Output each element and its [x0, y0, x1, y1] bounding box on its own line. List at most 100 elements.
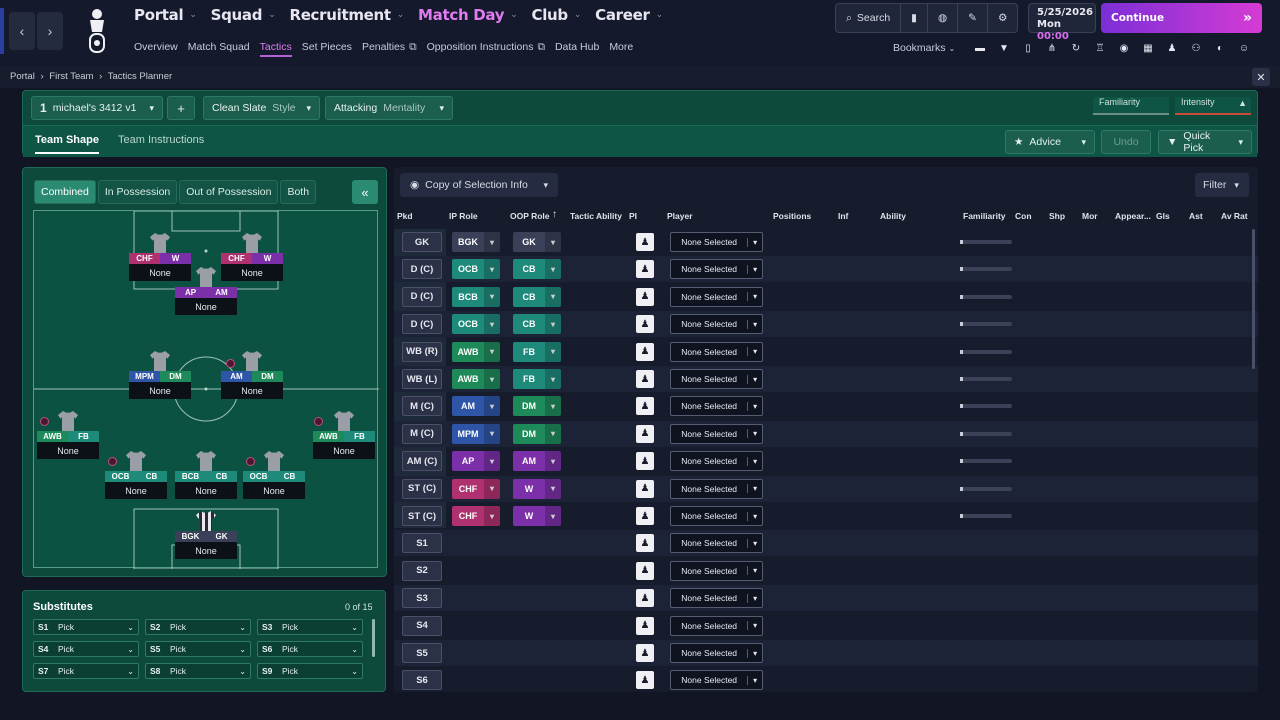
oop-role-select[interactable]: DM ▾ — [513, 396, 561, 417]
table-scrollbar[interactable] — [1252, 229, 1255, 369]
player-select[interactable]: None Selected ▾ — [670, 341, 763, 362]
oop-role-select[interactable]: DM ▾ — [513, 423, 561, 444]
nav-portal[interactable]: Portal ⌄ — [134, 6, 197, 24]
mentality-select[interactable]: Attacking Mentality ▾ — [325, 96, 453, 120]
oop-role-select[interactable]: CB ▾ — [513, 314, 561, 335]
column-header[interactable]: OOP Role — [510, 211, 550, 221]
club-crest-icon[interactable] — [84, 6, 110, 56]
player-instructions-icon[interactable]: ♟ — [636, 287, 654, 306]
table-row[interactable]: S4 ♟ None Selected ▾ — [394, 613, 1258, 639]
subnav-data-hub[interactable]: Data Hub — [555, 41, 599, 57]
player-instructions-icon[interactable]: ♟ — [636, 370, 654, 388]
nav-recruitment[interactable]: Recruitment ⌄ — [289, 6, 404, 24]
add-tactic-button[interactable]: + — [167, 96, 195, 120]
player-instructions-icon[interactable]: ♟ — [636, 479, 654, 498]
date-display[interactable]: 5/25/2026 Mon 00:00 — [1028, 3, 1096, 42]
player-select[interactable]: None Selected ▾ — [670, 396, 763, 417]
player-select[interactable]: None Selected ▾ — [670, 643, 763, 663]
search-button[interactable]: ⌕ Search — [836, 4, 900, 32]
filter-button[interactable]: Filter ▾ — [1195, 173, 1249, 197]
column-header[interactable]: Tactic Ability — [570, 211, 622, 221]
ip-role-select[interactable]: OCB ▾ — [452, 314, 500, 335]
squad-icon[interactable]: ⋔ — [1044, 41, 1060, 55]
table-row[interactable]: S5 ♟ None Selected ▾ — [394, 640, 1258, 666]
refresh-icon[interactable]: ↻ — [1068, 41, 1084, 55]
player-instructions-icon[interactable]: ♟ — [636, 397, 654, 416]
column-header[interactable]: Pkd — [397, 211, 413, 221]
settings-button[interactable]: ⚙ — [986, 4, 1017, 32]
ip-role-select[interactable]: CHF ▾ — [452, 478, 500, 499]
player-instructions-icon[interactable]: ♟ — [636, 507, 654, 525]
sub-slot-select[interactable]: S2 Pick ⌄ — [145, 619, 251, 635]
substitutes-scrollbar[interactable] — [372, 619, 375, 657]
table-row[interactable]: WB (L) AWB ▾ FB ▾ ♟ None Selected ▾ — [394, 366, 1258, 392]
pitch-player-slot[interactable]: BGK GK None — [175, 511, 237, 567]
player-select[interactable]: None Selected ▾ — [670, 314, 763, 335]
pitch-player-slot[interactable]: MPM DM None — [129, 351, 191, 407]
bookmarks-menu[interactable]: Bookmarks ⌄ — [893, 42, 955, 54]
table-row[interactable]: S2 ♟ None Selected ▾ — [394, 558, 1258, 584]
breadcrumb-portal[interactable]: Portal — [10, 71, 35, 82]
edit-button[interactable]: ✎ — [957, 4, 987, 32]
familiarity-indicator[interactable]: Familiarity — [1093, 97, 1169, 115]
player-select[interactable]: None Selected ▾ — [670, 670, 763, 691]
trophy-icon[interactable]: ♖ — [1092, 41, 1108, 55]
table-row[interactable]: S6 ♟ None Selected ▾ — [394, 667, 1258, 693]
back-button[interactable]: ‹ — [9, 12, 35, 50]
player-instructions-icon[interactable]: ♟ — [636, 589, 654, 608]
oop-role-select[interactable]: FB ▾ — [513, 369, 561, 389]
sub-slot-select[interactable]: S7 Pick ⌄ — [33, 663, 139, 679]
column-header[interactable]: Player — [667, 211, 693, 221]
player-instructions-icon[interactable]: ♟ — [636, 315, 654, 334]
player-instructions-icon[interactable]: ♟ — [636, 424, 654, 443]
nav-career[interactable]: Career ⌄ — [595, 6, 663, 24]
column-header[interactable]: Inf — [838, 211, 848, 221]
nav-match-day[interactable]: Match Day ⌄ — [418, 6, 518, 24]
segment-out-of-possession[interactable]: Out of Possession — [179, 180, 279, 204]
column-header[interactable]: Mor — [1082, 211, 1098, 221]
player-instructions-icon[interactable]: ♟ — [636, 233, 654, 251]
oop-role-select[interactable]: CB ▾ — [513, 259, 561, 280]
subnav-opposition-instructions[interactable]: Opposition Instructions — [427, 41, 534, 57]
sub-slot-select[interactable]: S6 Pick ⌄ — [257, 641, 363, 657]
ip-role-select[interactable]: AWB ▾ — [452, 341, 500, 362]
sub-slot-select[interactable]: S1 Pick ⌄ — [33, 619, 139, 635]
subnav-set-pieces[interactable]: Set Pieces — [302, 41, 352, 57]
table-row[interactable]: WB (R) AWB ▾ FB ▾ ♟ None Selected ▾ — [394, 339, 1258, 365]
ip-role-select[interactable]: MPM ▾ — [452, 423, 500, 444]
oop-role-select[interactable]: AM ▾ — [513, 451, 561, 472]
column-header[interactable]: Gls — [1156, 211, 1170, 221]
scout-icon[interactable]: ◉ — [1116, 41, 1132, 55]
oop-role-select[interactable]: W ▾ — [513, 478, 561, 499]
column-header[interactable]: Familiarity — [963, 211, 1006, 221]
table-row[interactable]: D (C) OCB ▾ CB ▾ ♟ None Selected ▾ — [394, 311, 1258, 338]
column-header[interactable]: Ast — [1189, 211, 1203, 221]
column-header[interactable]: Con — [1015, 211, 1032, 221]
player-instructions-icon[interactable]: ♟ — [636, 534, 654, 553]
person-icon[interactable]: ♟ — [1164, 41, 1180, 55]
oop-role-select[interactable]: W ▾ — [513, 506, 561, 526]
style-select[interactable]: Clean Slate Style ▾ — [203, 96, 320, 120]
calendar-icon[interactable]: ▦ — [1140, 41, 1156, 55]
undo-button[interactable]: Undo — [1101, 130, 1151, 154]
player-select[interactable]: None Selected ▾ — [670, 533, 763, 554]
player-select[interactable]: None Selected ▾ — [670, 369, 763, 389]
nav-club[interactable]: Club ⌄ — [532, 6, 582, 24]
player-select[interactable]: None Selected ▾ — [670, 478, 763, 499]
close-button[interactable]: ✕ — [1252, 68, 1270, 86]
table-row[interactable]: M (C) AM ▾ DM ▾ ♟ None Selected ▾ — [394, 393, 1258, 419]
sub-slot-select[interactable]: S3 Pick ⌄ — [257, 619, 363, 635]
ip-role-select[interactable]: CHF ▾ — [452, 506, 500, 526]
table-row[interactable]: D (C) BCB ▾ CB ▾ ♟ None Selected ▾ — [394, 284, 1258, 310]
player-select[interactable]: None Selected ▾ — [670, 286, 763, 307]
continue-button[interactable]: Continue» — [1101, 3, 1262, 33]
player-select[interactable]: None Selected ▾ — [670, 423, 763, 444]
ip-role-select[interactable]: BGK ▾ — [452, 232, 500, 252]
column-header[interactable]: PI — [629, 211, 637, 221]
column-header[interactable]: Ability — [880, 211, 906, 221]
table-row[interactable]: ST (C) CHF ▾ W ▾ ♟ None Selected ▾ — [394, 475, 1258, 502]
oop-role-select[interactable]: GK ▾ — [513, 232, 561, 252]
selection-info-select[interactable]: ◉ Copy of Selection Info ▾ — [400, 173, 558, 197]
segment-combined[interactable]: Combined — [34, 180, 96, 204]
forward-button[interactable]: › — [37, 12, 63, 50]
